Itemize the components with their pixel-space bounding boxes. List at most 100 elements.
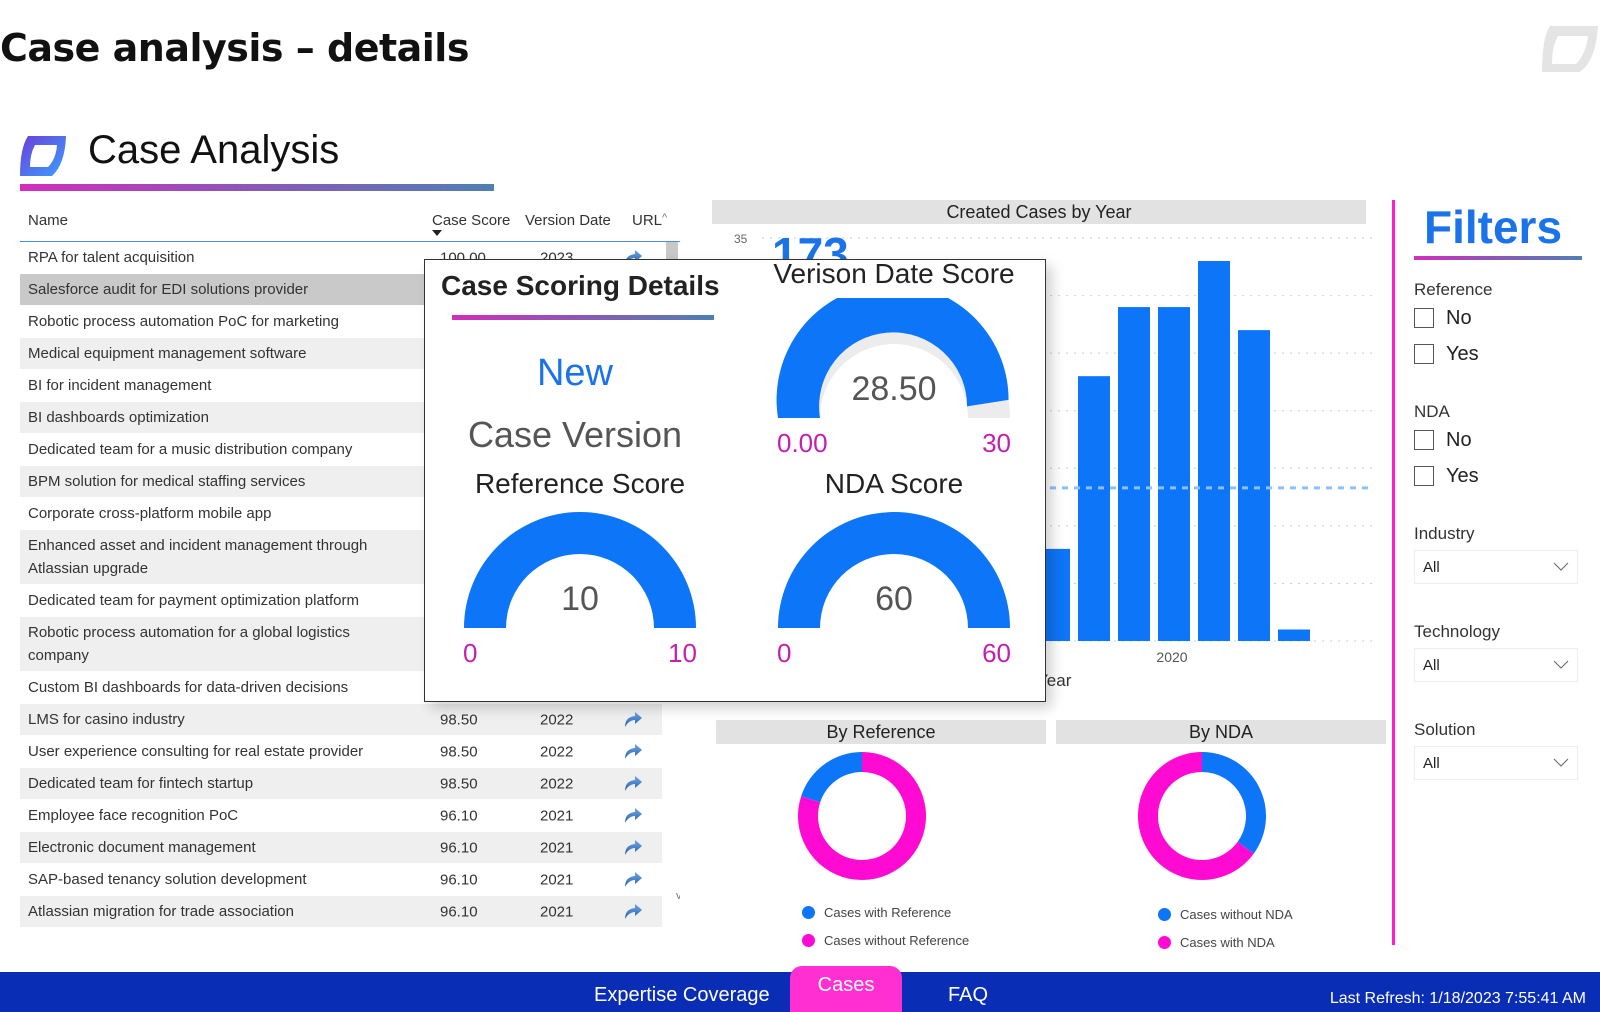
chart-legend: Cases with Reference Cases without Refere… <box>802 898 969 954</box>
chart-title: By NDA <box>1056 720 1386 744</box>
reference-no-checkbox[interactable]: No <box>1414 300 1600 336</box>
nda-yes-checkbox[interactable]: Yes <box>1414 458 1600 494</box>
gauge-title: Reference Score <box>474 468 686 499</box>
open-url-arrow-icon[interactable] <box>622 869 644 891</box>
gauge-min: 0.00 <box>777 428 828 458</box>
column-header-url[interactable]: URL <box>632 212 662 229</box>
gauge-title: NDA Score <box>824 468 964 499</box>
table-row[interactable]: User experience consulting for real esta… <box>20 736 662 768</box>
chevron-down-icon <box>1553 660 1569 669</box>
popup-title-underline <box>452 315 714 320</box>
brand-logo-icon <box>1542 26 1598 72</box>
solution-dropdown[interactable]: All <box>1414 746 1578 780</box>
legend-item[interactable]: Cases with NDA <box>1158 928 1293 956</box>
donut-slice[interactable] <box>1202 752 1266 854</box>
bar[interactable] <box>1118 307 1150 641</box>
nav-tab-expertise-coverage[interactable]: Expertise Coverage <box>594 984 770 1007</box>
table-row[interactable]: SAP-based tenancy solution development 96… <box>20 864 662 896</box>
cell-case-score: 98.50 <box>440 743 478 760</box>
table-row[interactable]: Dedicated team for fintech startup 98.50 2… <box>20 768 662 800</box>
y-tick-label: 35 <box>734 232 748 246</box>
checkbox-label: No <box>1446 306 1472 329</box>
table-row[interactable]: LMS for casino industry 98.50 2022 <box>20 704 662 736</box>
cell-version-date: 2022 <box>540 743 574 760</box>
legend-item[interactable]: Cases without Reference <box>802 926 969 954</box>
filters-title: Filters <box>1424 201 1563 253</box>
cell-name: Dedicated team for fintech startup <box>28 775 254 792</box>
cell-name: Custom BI dashboards for data-driven dec… <box>28 679 349 696</box>
checkbox-icon[interactable] <box>1414 308 1434 328</box>
report-header: Case Analysis <box>18 128 494 192</box>
cell-name: BI for incident management <box>28 377 212 394</box>
technology-dropdown[interactable]: All <box>1414 648 1578 682</box>
bar[interactable] <box>1238 330 1270 641</box>
legend-dot-icon <box>802 933 815 947</box>
nda-filter: NDA No Yes <box>1414 402 1600 494</box>
donut-plot <box>798 752 926 880</box>
chart-title: By Reference <box>716 720 1046 744</box>
filters-underline <box>1414 256 1582 260</box>
gauge-max: 30 <box>982 428 1011 458</box>
donut-slice[interactable] <box>801 752 862 803</box>
legend-item[interactable]: Cases without NDA <box>1158 900 1293 928</box>
checkbox-icon[interactable] <box>1414 466 1434 486</box>
column-header-version-date[interactable]: Version Date <box>525 212 611 229</box>
chevron-down-icon <box>1553 758 1569 767</box>
case-version-status: New <box>536 352 614 394</box>
open-url-arrow-icon[interactable] <box>622 837 644 859</box>
table-row[interactable]: Electronic document management 96.10 2021 <box>20 832 662 864</box>
column-header-case-score[interactable]: Case Score <box>432 212 510 229</box>
filter-label: Technology <box>1414 622 1501 641</box>
cell-version-date: 2021 <box>540 871 574 888</box>
gauge-min: 0 <box>777 638 792 668</box>
bar[interactable] <box>1078 376 1110 641</box>
bar[interactable] <box>1198 261 1230 641</box>
chevron-down-icon <box>1553 562 1569 571</box>
bar[interactable] <box>1278 629 1310 641</box>
cell-version-date: 2022 <box>540 775 574 792</box>
report-title: Case Analysis <box>88 128 340 172</box>
cell-name: Dedicated team for payment optimization … <box>28 592 359 609</box>
cell-case-score: 98.50 <box>440 711 478 728</box>
reference-yes-checkbox[interactable]: Yes <box>1414 336 1600 372</box>
bar[interactable] <box>1158 307 1190 641</box>
cell-name: Electronic document management <box>28 839 256 856</box>
gauge-value: 28.50 <box>851 370 937 408</box>
brand-logo-icon <box>20 136 66 176</box>
open-url-arrow-icon[interactable] <box>622 773 644 795</box>
filters-divider <box>1392 200 1395 945</box>
open-url-arrow-icon[interactable] <box>622 741 644 763</box>
case-scoring-details-popup: Case Scoring Details New Case Version Ve… <box>424 258 1049 702</box>
last-refresh-timestamp: Last Refresh: 1/18/2023 7:55:41 AM <box>1329 990 1586 1007</box>
scroll-up-icon[interactable]: ^ <box>662 212 667 224</box>
by-reference-chart: By Reference Cases with Reference Cases w… <box>716 720 1046 950</box>
nda-no-checkbox[interactable]: No <box>1414 422 1600 458</box>
table-row[interactable]: Employee face recognition PoC 96.10 2021 <box>20 800 662 832</box>
legend-item[interactable]: Cases with Reference <box>802 898 969 926</box>
checkbox-icon[interactable] <box>1414 344 1434 364</box>
version-date-score-gauge: Verison Date Score 28.50 0.00 30 <box>739 258 1049 468</box>
open-url-arrow-icon[interactable] <box>622 805 644 827</box>
cell-name: Dedicated team for a music distribution … <box>28 441 353 458</box>
solution-filter: Solution All <box>1414 720 1600 780</box>
nav-tab-cases[interactable]: Cases <box>790 966 902 1012</box>
table-header: Name Case Score Version Date URL ^ <box>20 200 680 242</box>
industry-filter: Industry All <box>1414 524 1600 584</box>
scroll-down-icon[interactable]: v <box>676 890 680 902</box>
gauge-max: 10 <box>668 638 697 668</box>
checkbox-icon[interactable] <box>1414 430 1434 450</box>
open-url-arrow-icon[interactable] <box>622 709 644 731</box>
filters-panel: Filters Reference No Yes NDA No Yes Indu… <box>1414 200 1600 780</box>
case-version-label: Case Version <box>467 414 683 455</box>
nav-tab-faq[interactable]: FAQ <box>948 984 988 1007</box>
table-row[interactable]: Atlassian migration for trade associatio… <box>20 896 662 928</box>
cell-case-score: 96.10 <box>440 807 478 824</box>
industry-dropdown[interactable]: All <box>1414 550 1578 584</box>
chart-legend: Cases without NDA Cases with NDA <box>1158 900 1293 956</box>
legend-label: Cases with NDA <box>1180 934 1275 950</box>
legend-label: Cases with Reference <box>824 904 952 920</box>
sort-descending-icon <box>432 230 442 236</box>
column-header-name[interactable]: Name <box>28 212 68 229</box>
checkbox-label: No <box>1446 428 1472 451</box>
open-url-arrow-icon[interactable] <box>622 901 644 923</box>
